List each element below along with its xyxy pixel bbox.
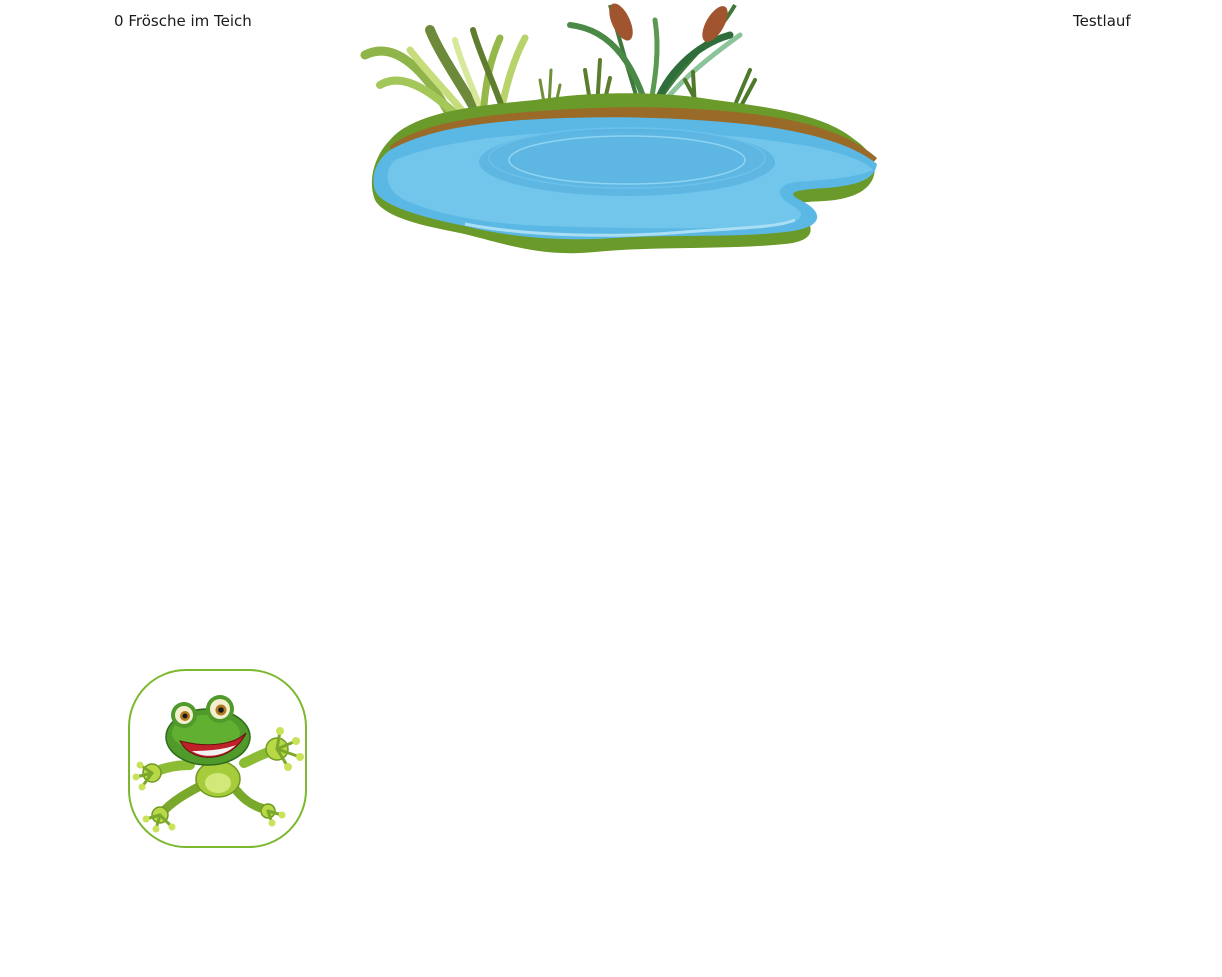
frog-icon <box>132 695 304 833</box>
frog-counter: 0 Frösche im Teich <box>114 12 252 30</box>
frog-count-value: 0 <box>114 12 124 30</box>
frog-tile[interactable] <box>128 669 307 848</box>
pond-icon[interactable] <box>355 0 885 262</box>
mode-label: Testlauf <box>1073 12 1131 30</box>
frog-count-label: Frösche im Teich <box>128 12 252 30</box>
